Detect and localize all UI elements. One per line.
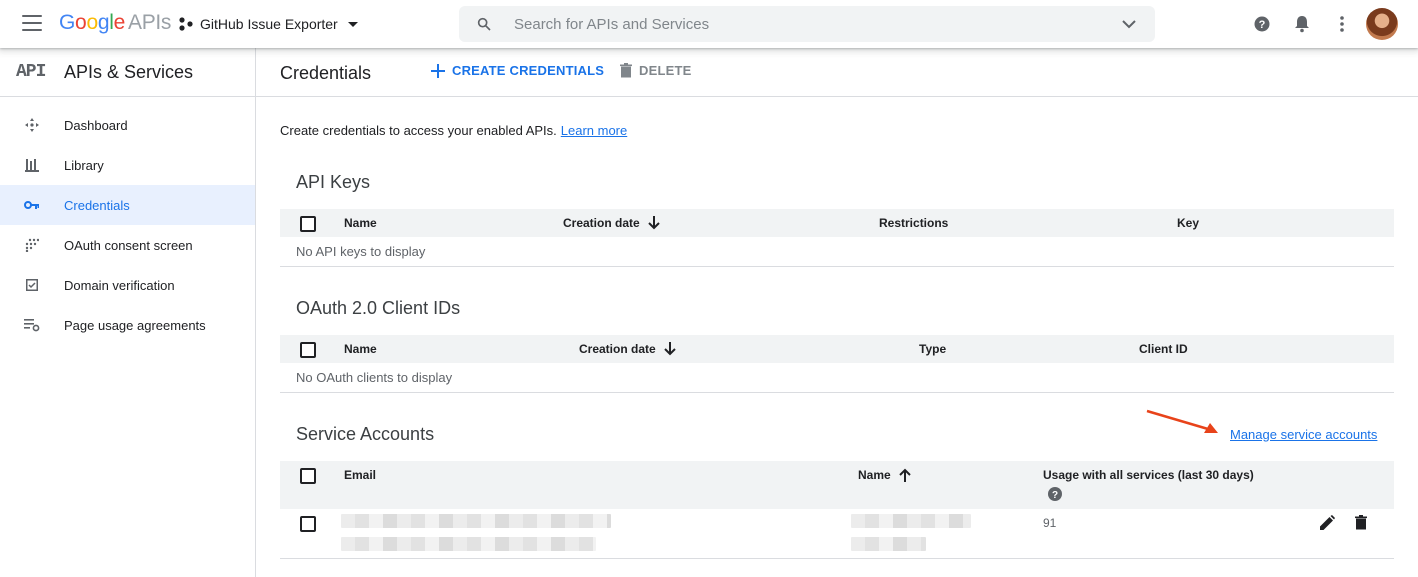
empty-state-row: No API keys to display: [280, 237, 1394, 267]
arrow-down-icon: [663, 342, 676, 356]
plus-icon: [431, 63, 445, 78]
project-dots-icon: [179, 17, 193, 31]
redacted-email: [341, 514, 611, 528]
svg-text:?: ?: [1259, 19, 1266, 31]
manage-service-accounts-link[interactable]: Manage service accounts: [1230, 427, 1377, 442]
redacted-email: [341, 537, 596, 551]
project-name: GitHub Issue Exporter: [200, 16, 338, 32]
sidebar-item-page-usage[interactable]: Page usage agreements: [0, 305, 255, 345]
sidebar-title: APIs & Services: [64, 62, 194, 82]
intro-text: Create credentials to access your enable…: [280, 123, 628, 138]
caret-down-icon: [347, 21, 358, 27]
sidebar-header: API APIs & Services: [0, 48, 255, 97]
select-all-checkbox[interactable]: [300, 468, 316, 484]
search-icon: [477, 17, 491, 31]
settings-list-icon: [24, 317, 40, 333]
page-title: Credentials: [280, 63, 372, 83]
sidebar-item-dashboard[interactable]: Dashboard: [0, 105, 255, 145]
arrow-down-icon: [647, 216, 660, 230]
sidebar-item-label: Page usage agreements: [64, 317, 206, 333]
column-client-id: Client ID: [1139, 342, 1188, 356]
create-credentials-label: CREATE CREDENTIALS: [452, 63, 605, 78]
column-name[interactable]: Name: [858, 468, 911, 482]
sidebar-item-label: OAuth consent screen: [64, 237, 193, 253]
column-restrictions: Restrictions: [879, 216, 949, 230]
top-app-bar: GoogleAPIs GitHub Issue Exporter ?: [0, 0, 1418, 48]
select-all-checkbox[interactable]: [300, 342, 316, 358]
edit-icon[interactable]: [1320, 515, 1335, 530]
help-icon[interactable]: ?: [1250, 12, 1274, 36]
oauth-title: OAuth 2.0 Client IDs: [296, 298, 461, 318]
main-content: Credentials CREATE CREDENTIALS DELETE Cr…: [256, 48, 1418, 577]
api-logo-icon: API: [16, 62, 46, 82]
oauth-table: Name Creation date Type Client ID No OAu…: [280, 335, 1394, 393]
column-email[interactable]: Email: [344, 468, 376, 482]
column-name[interactable]: Name: [344, 216, 377, 230]
table-header: Name Creation date Restrictions Key: [280, 209, 1394, 237]
chevron-down-icon[interactable]: [1121, 17, 1137, 31]
delete-label: DELETE: [639, 63, 692, 78]
column-name[interactable]: Name: [344, 342, 377, 356]
checkbox-icon: [24, 277, 40, 293]
sidebar: API APIs & Services Dashboard Library Cr…: [0, 48, 256, 577]
help-icon[interactable]: ?: [1048, 487, 1062, 501]
svg-text:?: ?: [1052, 490, 1058, 501]
column-key: Key: [1177, 216, 1200, 230]
more-vert-icon[interactable]: [1330, 12, 1354, 36]
select-all-checkbox[interactable]: [300, 216, 316, 232]
sidebar-item-label: Library: [64, 157, 104, 173]
api-keys-title: API Keys: [296, 172, 371, 192]
service-accounts-table: Email Name Usage with all services (last…: [280, 461, 1394, 559]
column-creation-date[interactable]: Creation date: [579, 342, 676, 356]
top-actions: ?: [1250, 12, 1370, 36]
user-avatar[interactable]: [1366, 8, 1398, 40]
table-header: Email Name Usage with all services (last…: [280, 461, 1394, 509]
sidebar-item-library[interactable]: Library: [0, 145, 255, 185]
sidebar-item-label: Dashboard: [64, 117, 128, 133]
search-bar[interactable]: [459, 6, 1155, 42]
table-row: 91: [280, 509, 1394, 559]
annotation-arrow: [1146, 409, 1218, 433]
notifications-icon[interactable]: [1290, 12, 1314, 36]
google-apis-logo[interactable]: Google APIs: [59, 11, 171, 35]
empty-state-text: No OAuth clients to display: [296, 370, 453, 385]
trash-icon[interactable]: [1355, 515, 1367, 530]
row-checkbox[interactable]: [300, 516, 316, 532]
column-type: Type: [919, 342, 947, 356]
column-usage: Usage with all services (last 30 days): [1043, 468, 1254, 482]
redacted-name: [851, 537, 926, 551]
key-icon: [24, 197, 40, 213]
empty-state-text: No API keys to display: [296, 244, 426, 259]
arrow-up-icon: [898, 468, 911, 482]
dashboard-icon: [24, 117, 40, 133]
sidebar-item-oauth-consent[interactable]: OAuth consent screen: [0, 225, 255, 265]
sidebar-item-domain-verification[interactable]: Domain verification: [0, 265, 255, 305]
sidebar-item-credentials[interactable]: Credentials: [0, 185, 255, 225]
hamburger-menu-icon[interactable]: [22, 15, 42, 31]
learn-more-link[interactable]: Learn more: [561, 123, 627, 138]
sidebar-nav: Dashboard Library Credentials OAuth cons…: [0, 105, 255, 345]
trash-icon: [620, 63, 632, 78]
delete-button[interactable]: DELETE: [620, 63, 691, 78]
redacted-name: [851, 514, 971, 528]
create-credentials-button[interactable]: CREATE CREDENTIALS: [431, 63, 604, 78]
service-accounts-title: Service Accounts: [296, 424, 435, 444]
usage-value: 91: [1043, 516, 1057, 530]
page-header: Credentials CREATE CREDENTIALS DELETE: [256, 48, 1418, 97]
api-keys-table: Name Creation date Restrictions Key No A…: [280, 209, 1394, 267]
library-icon: [24, 157, 40, 173]
search-input[interactable]: [514, 6, 1094, 42]
table-header: Name Creation date Type Client ID: [280, 335, 1394, 363]
empty-state-row: No OAuth clients to display: [280, 363, 1394, 393]
column-creation-date[interactable]: Creation date: [563, 216, 660, 230]
project-selector[interactable]: GitHub Issue Exporter: [178, 13, 358, 35]
sidebar-item-label: Credentials: [64, 197, 130, 213]
oauth-icon: [24, 237, 40, 253]
sidebar-item-label: Domain verification: [64, 277, 175, 293]
